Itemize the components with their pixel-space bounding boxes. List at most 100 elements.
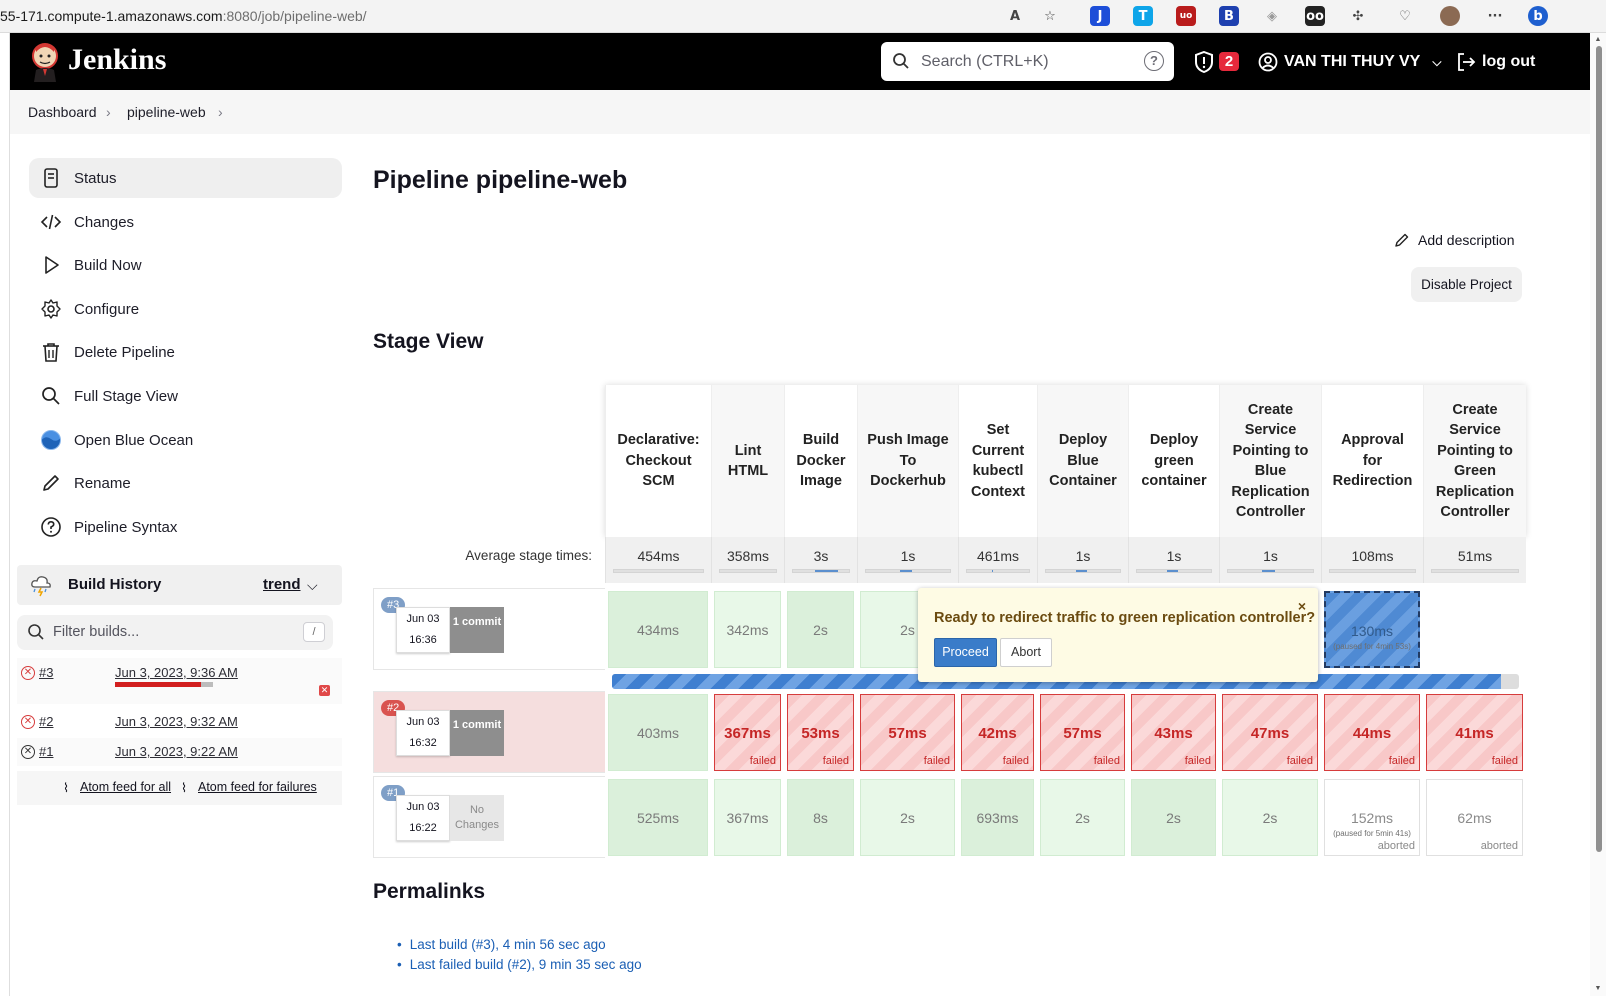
alert-count-badge[interactable]: 2 bbox=[1219, 52, 1239, 71]
extension-b-icon[interactable]: B bbox=[1219, 6, 1239, 26]
stage-cell-ok[interactable]: 342ms bbox=[714, 591, 781, 668]
build-number-link[interactable]: #2 bbox=[39, 714, 53, 729]
stage-duration: 41ms bbox=[1455, 724, 1494, 742]
scroll-down-arrow[interactable]: ▼ bbox=[1593, 985, 1603, 993]
stage-cell-ok[interactable]: 2s bbox=[1222, 779, 1318, 856]
build-cell[interactable]: #3 Jun 03 16:36 1 commit bbox=[373, 588, 605, 670]
breadcrumb-dashboard[interactable]: Dashboard bbox=[28, 104, 97, 120]
filter-placeholder: Filter builds... bbox=[53, 624, 140, 640]
code-icon bbox=[40, 214, 62, 229]
search-help-icon[interactable]: ? bbox=[1144, 51, 1164, 71]
stage-cell-ok[interactable]: 2s bbox=[860, 779, 955, 856]
stage-cell-fail[interactable]: 44ms failed bbox=[1324, 694, 1420, 771]
stage-cell-fail[interactable]: 57ms failed bbox=[1040, 694, 1125, 771]
scroll-up-arrow[interactable]: ▲ bbox=[1593, 36, 1603, 44]
sidebar-item-rename[interactable]: Rename bbox=[29, 463, 342, 503]
breadcrumb-dropdown-icon[interactable]: › bbox=[218, 104, 223, 120]
favorite-icon[interactable]: ☆ bbox=[1040, 6, 1060, 26]
stage-cell-fail[interactable]: 43ms failed bbox=[1131, 694, 1216, 771]
sidebar-item-changes[interactable]: Changes bbox=[29, 202, 342, 242]
stage-cell-aborted[interactable]: 152ms (paused for 5min 41s) aborted bbox=[1324, 779, 1420, 856]
extension-stack-icon[interactable]: ◈ bbox=[1262, 6, 1282, 26]
breadcrumb-pipeline-web[interactable]: pipeline-web bbox=[127, 104, 206, 120]
close-icon[interactable]: × bbox=[1298, 598, 1306, 614]
sidebar-item-pipeline-syntax[interactable]: Pipeline Syntax bbox=[29, 507, 342, 547]
extension-translate-icon[interactable]: T bbox=[1133, 6, 1153, 26]
stage-cell-ok[interactable]: 2s bbox=[1131, 779, 1216, 856]
stage-cell-fail[interactable]: 41ms failed bbox=[1426, 694, 1523, 771]
stage-view-table: Declarative: Checkout SCM Lint HTML Build … bbox=[373, 385, 1528, 861]
build-changes-box[interactable]: No Changes bbox=[450, 795, 504, 841]
build-date-link[interactable]: Jun 3, 2023, 9:32 AM bbox=[115, 714, 238, 729]
permalink-last-failed-build[interactable]: Last failed build (#2), 9 min 35 sec ago bbox=[410, 957, 642, 972]
stage-duration: 47ms bbox=[1250, 724, 1290, 742]
atom-feed-failures-link[interactable]: Atom feed for failures bbox=[198, 780, 317, 794]
cancel-build-icon[interactable]: ✕ bbox=[319, 685, 330, 696]
profile-avatar-icon[interactable] bbox=[1440, 6, 1460, 26]
build-row-2[interactable]: ✕ #2 Jun 3, 2023, 9:32 AM bbox=[17, 708, 342, 736]
trend-link[interactable]: trend bbox=[263, 576, 301, 593]
sidebar-item-open-blue-ocean[interactable]: Open Blue Ocean bbox=[29, 420, 342, 460]
stage-cell-fail[interactable]: 367ms failed bbox=[714, 694, 781, 771]
sidebar-item-build-now[interactable]: Build Now bbox=[29, 245, 342, 285]
sidebar-item-delete-pipeline[interactable]: Delete Pipeline bbox=[29, 332, 342, 372]
more-menu-icon[interactable]: ··· bbox=[1485, 6, 1505, 26]
stage-status-label: failed bbox=[822, 755, 849, 767]
sidebar-item-full-stage-view[interactable]: Full Stage View bbox=[29, 376, 342, 416]
stage-cell-paused[interactable]: 130ms (paused for 4min 53s) bbox=[1324, 591, 1420, 668]
stage-cell-fail[interactable]: 42ms failed bbox=[961, 694, 1034, 771]
extensions-puzzle-icon[interactable]: ✣ bbox=[1348, 6, 1368, 26]
permalink-item[interactable]: • Last failed build (#2), 9 min 35 sec ag… bbox=[397, 957, 642, 972]
sidebar-item-status[interactable]: Status bbox=[29, 158, 342, 198]
build-date-link[interactable]: Jun 3, 2023, 9:22 AM bbox=[115, 744, 238, 759]
ublock-icon[interactable]: uo bbox=[1176, 6, 1196, 26]
add-description-button[interactable]: Add description bbox=[1394, 232, 1515, 248]
logout-button[interactable]: log out bbox=[1456, 49, 1535, 75]
abort-button[interactable]: Abort bbox=[1000, 638, 1052, 667]
build-row-1[interactable]: ✕ #1 Jun 3, 2023, 9:22 AM bbox=[17, 738, 342, 766]
build-number-link[interactable]: #1 bbox=[39, 744, 53, 759]
stage-cell-ok[interactable]: 367ms bbox=[714, 779, 781, 856]
proceed-button[interactable]: Proceed bbox=[934, 638, 997, 667]
security-shield-icon[interactable] bbox=[1194, 51, 1214, 73]
browser-essentials-icon[interactable]: ♡ bbox=[1395, 6, 1415, 26]
build-cell[interactable]: #1 Jun 03 16:22 No Changes bbox=[373, 776, 605, 858]
read-aloud-icon[interactable]: A bbox=[1005, 6, 1025, 26]
stage-cell-ok[interactable]: 693ms bbox=[961, 779, 1034, 856]
bing-copilot-icon[interactable]: b bbox=[1528, 6, 1548, 26]
permalink-last-build[interactable]: Last build (#3), 4 min 56 sec ago bbox=[410, 937, 606, 952]
stage-cell-fail[interactable]: 57ms failed bbox=[860, 694, 955, 771]
build-changes-box[interactable]: 1 commit bbox=[450, 710, 504, 756]
extension-glasses-icon[interactable]: oo bbox=[1305, 6, 1325, 26]
stage-cell-ok[interactable]: 403ms bbox=[608, 694, 708, 771]
sidebar-item-configure[interactable]: Configure bbox=[29, 289, 342, 329]
search-input[interactable]: Search (CTRL+K) ? bbox=[881, 42, 1174, 81]
jenkins-logo-icon[interactable] bbox=[28, 42, 62, 82]
user-menu[interactable]: VAN THI THUY VY ⌵ bbox=[1258, 49, 1441, 75]
average-time-bar-fill bbox=[1166, 570, 1178, 572]
build-number-link[interactable]: #3 bbox=[39, 665, 53, 680]
extension-j-icon[interactable]: J bbox=[1090, 6, 1110, 26]
filter-builds-input[interactable]: Filter builds... / bbox=[17, 615, 333, 650]
build-progress-fill bbox=[115, 682, 202, 687]
stage-cell-ok[interactable]: 434ms bbox=[608, 591, 708, 668]
permalink-item[interactable]: • Last build (#3), 4 min 56 sec ago bbox=[397, 937, 606, 952]
stage-cell-fail[interactable]: 53ms failed bbox=[787, 694, 854, 771]
disable-project-button[interactable]: Disable Project bbox=[1411, 267, 1522, 302]
stage-cell-ok[interactable]: 8s bbox=[787, 779, 854, 856]
build-date-link[interactable]: Jun 3, 2023, 9:36 AM bbox=[115, 665, 238, 680]
atom-feed-all-link[interactable]: Atom feed for all bbox=[80, 780, 171, 794]
chevron-down-icon[interactable]: ⌵ bbox=[307, 577, 318, 594]
build-changes-box[interactable]: 1 commit bbox=[450, 607, 504, 653]
address-bar[interactable]: 55-171.compute-1.amazonaws.com:8080/job/… bbox=[0, 8, 367, 24]
stage-cell-ok[interactable]: 2s bbox=[1040, 779, 1125, 856]
stage-cell-ok[interactable]: 2s bbox=[787, 591, 854, 668]
build-row-3[interactable]: ✕ #3 Jun 3, 2023, 9:36 AM ✕ bbox=[17, 658, 342, 704]
stage-cell-ok[interactable]: 525ms bbox=[608, 779, 708, 856]
url-path: :8080/job/pipeline-web/ bbox=[222, 8, 367, 24]
build-cell[interactable]: #2 Jun 03 16:32 1 commit bbox=[373, 691, 605, 773]
stage-cell-fail[interactable]: 47ms failed bbox=[1222, 694, 1318, 771]
brand-name[interactable]: Jenkins bbox=[68, 43, 166, 77]
scrollbar-thumb[interactable] bbox=[1596, 46, 1602, 852]
stage-cell-aborted[interactable]: 62ms aborted bbox=[1426, 779, 1523, 856]
